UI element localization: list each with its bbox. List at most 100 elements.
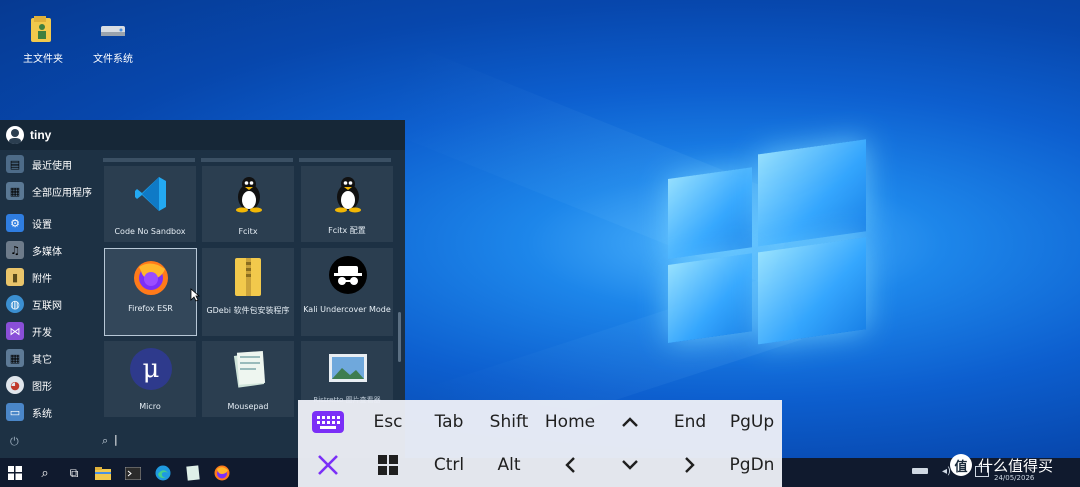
chevron-left-icon [565, 457, 575, 473]
desktop-icon-filesystem[interactable]: 文件系统 [78, 14, 148, 65]
chevron-right-icon [685, 457, 695, 473]
internet-icon: ◍ [6, 295, 24, 313]
undercover-icon [328, 255, 368, 295]
tiles-scrollbar[interactable] [398, 312, 401, 362]
category-label: 设置 [32, 219, 52, 231]
start-button[interactable] [4, 462, 26, 484]
terminal-icon[interactable] [122, 462, 144, 484]
notepad-icon [230, 348, 268, 390]
watermark: 值 什么值得买 [950, 451, 1075, 479]
app-tile-fcitx[interactable]: Fcitx [202, 166, 294, 242]
keyboard-icon [312, 411, 344, 433]
category-accessories[interactable]: ▮ 附件 [6, 266, 52, 288]
key-right-arrow[interactable] [662, 445, 718, 485]
firefox-taskbar-icon[interactable] [211, 462, 233, 484]
key-tab[interactable]: Tab [422, 402, 476, 442]
category-label: 其它 [32, 354, 52, 366]
development-icon: ⋈ [6, 322, 24, 340]
recent-icon: ▤ [6, 155, 24, 173]
watermark-text: 什么值得买 [978, 456, 1054, 475]
close-icon [318, 455, 338, 475]
windows-key-icon [378, 455, 398, 475]
desktop-icon-label: 文件系统 [93, 54, 133, 65]
category-all-apps[interactable]: ▦ 全部应用程序 [6, 180, 92, 202]
app-tile-code[interactable]: Code No Sandbox [104, 166, 196, 242]
search-input[interactable]: | [114, 433, 118, 446]
vscode-icon [134, 175, 168, 213]
category-other[interactable]: ▦ 其它 [6, 347, 52, 369]
category-settings[interactable]: ⚙ 设置 [6, 212, 52, 234]
category-label: 附件 [32, 273, 52, 285]
key-pgup[interactable]: PgUp [724, 402, 780, 442]
app-tile-micro[interactable]: μ Micro [104, 341, 196, 417]
settings-icon: ⚙ [6, 214, 24, 232]
desktop-icon-label: 主文件夹 [23, 54, 63, 65]
category-label: 全部应用程序 [32, 187, 92, 199]
category-label: 多媒体 [32, 246, 62, 258]
key-ctrl[interactable]: Ctrl [422, 445, 476, 485]
user-name: tiny [30, 128, 52, 142]
category-recent[interactable]: ▤ 最近使用 [6, 153, 72, 175]
category-system[interactable]: ▭ 系统 [6, 401, 52, 423]
key-shift[interactable]: Shift [484, 402, 534, 442]
key-down-arrow[interactable] [602, 445, 658, 485]
category-graphics[interactable]: ◕ 图形 [6, 374, 52, 396]
desktop-icon-home-folder[interactable]: 主文件夹 [8, 14, 78, 65]
search-icon: ⌕ [102, 434, 109, 447]
home-folder-icon [28, 14, 58, 44]
windows-start-icon [8, 466, 22, 480]
key-end[interactable]: End [662, 402, 718, 442]
tux-icon [331, 175, 365, 213]
power-icon[interactable]: ⏻ [10, 435, 19, 449]
category-label: 系统 [32, 408, 52, 420]
accessories-icon: ▮ [6, 268, 24, 286]
task-view-icon[interactable]: ⧉ [63, 462, 85, 484]
key-pgdn[interactable]: PgDn [724, 445, 780, 485]
app-tile-kali-undercover[interactable]: Kali Undercover Mode [301, 248, 393, 336]
graphics-icon: ◕ [6, 376, 24, 394]
category-label: 开发 [32, 327, 52, 339]
category-development[interactable]: ⋈ 开发 [6, 320, 52, 342]
micro-icon: μ [129, 347, 173, 391]
app-tile-firefox[interactable]: Firefox ESR [104, 248, 197, 336]
app-tile-gdebi[interactable]: GDebi 软件包安装程序 [202, 248, 294, 336]
tiles-top-divider [103, 158, 395, 162]
app-tile-label: Fcitx [238, 227, 258, 236]
windows-wallpaper-logo [668, 129, 868, 362]
drive-icon [98, 14, 128, 44]
app-tile-label: Mousepad [227, 402, 269, 411]
app-tile-label: Code No Sandbox [114, 227, 186, 236]
key-home[interactable]: Home [542, 402, 598, 442]
tray-chevron-icon[interactable] [912, 468, 928, 474]
app-tile-fcitx-config[interactable]: Fcitx 配置 [301, 166, 393, 242]
key-esc[interactable]: Esc [362, 402, 414, 442]
user-row[interactable]: tiny [0, 120, 405, 150]
chevron-down-icon [622, 460, 638, 470]
keyboard-toggle-button[interactable] [306, 402, 350, 442]
virtual-keyboard: Esc Tab Shift Home End PgUp Ctrl Alt PgD… [298, 400, 782, 487]
app-tile-mousepad[interactable]: Mousepad [202, 341, 294, 417]
category-label: 互联网 [32, 300, 62, 312]
app-tile-label: Fcitx 配置 [328, 226, 366, 235]
firefox-icon [131, 257, 171, 297]
key-windows[interactable] [362, 445, 414, 485]
category-internet[interactable]: ◍ 互联网 [6, 293, 62, 315]
category-multimedia[interactable]: ♫ 多媒体 [6, 239, 62, 261]
close-keyboard-button[interactable] [306, 445, 350, 485]
image-viewer-icon [328, 353, 368, 383]
key-up-arrow[interactable] [602, 402, 658, 442]
mouse-cursor-icon [190, 288, 200, 302]
multimedia-icon: ♫ [6, 241, 24, 259]
app-tile-ristretto[interactable]: Ristretto 图片查看器 [301, 341, 393, 404]
text-editor-icon[interactable] [182, 462, 204, 484]
key-left-arrow[interactable] [542, 445, 598, 485]
app-tile-label: Kali Undercover Mode [303, 305, 391, 314]
app-tile-label: Micro [139, 402, 161, 411]
search-icon[interactable]: ⌕ [34, 462, 56, 484]
category-label: 最近使用 [32, 160, 72, 172]
file-manager-icon[interactable] [92, 462, 114, 484]
key-alt[interactable]: Alt [484, 445, 534, 485]
edge-browser-icon[interactable] [152, 462, 174, 484]
app-tile-label: GDebi 软件包安装程序 [206, 306, 290, 315]
other-icon: ▦ [6, 349, 24, 367]
